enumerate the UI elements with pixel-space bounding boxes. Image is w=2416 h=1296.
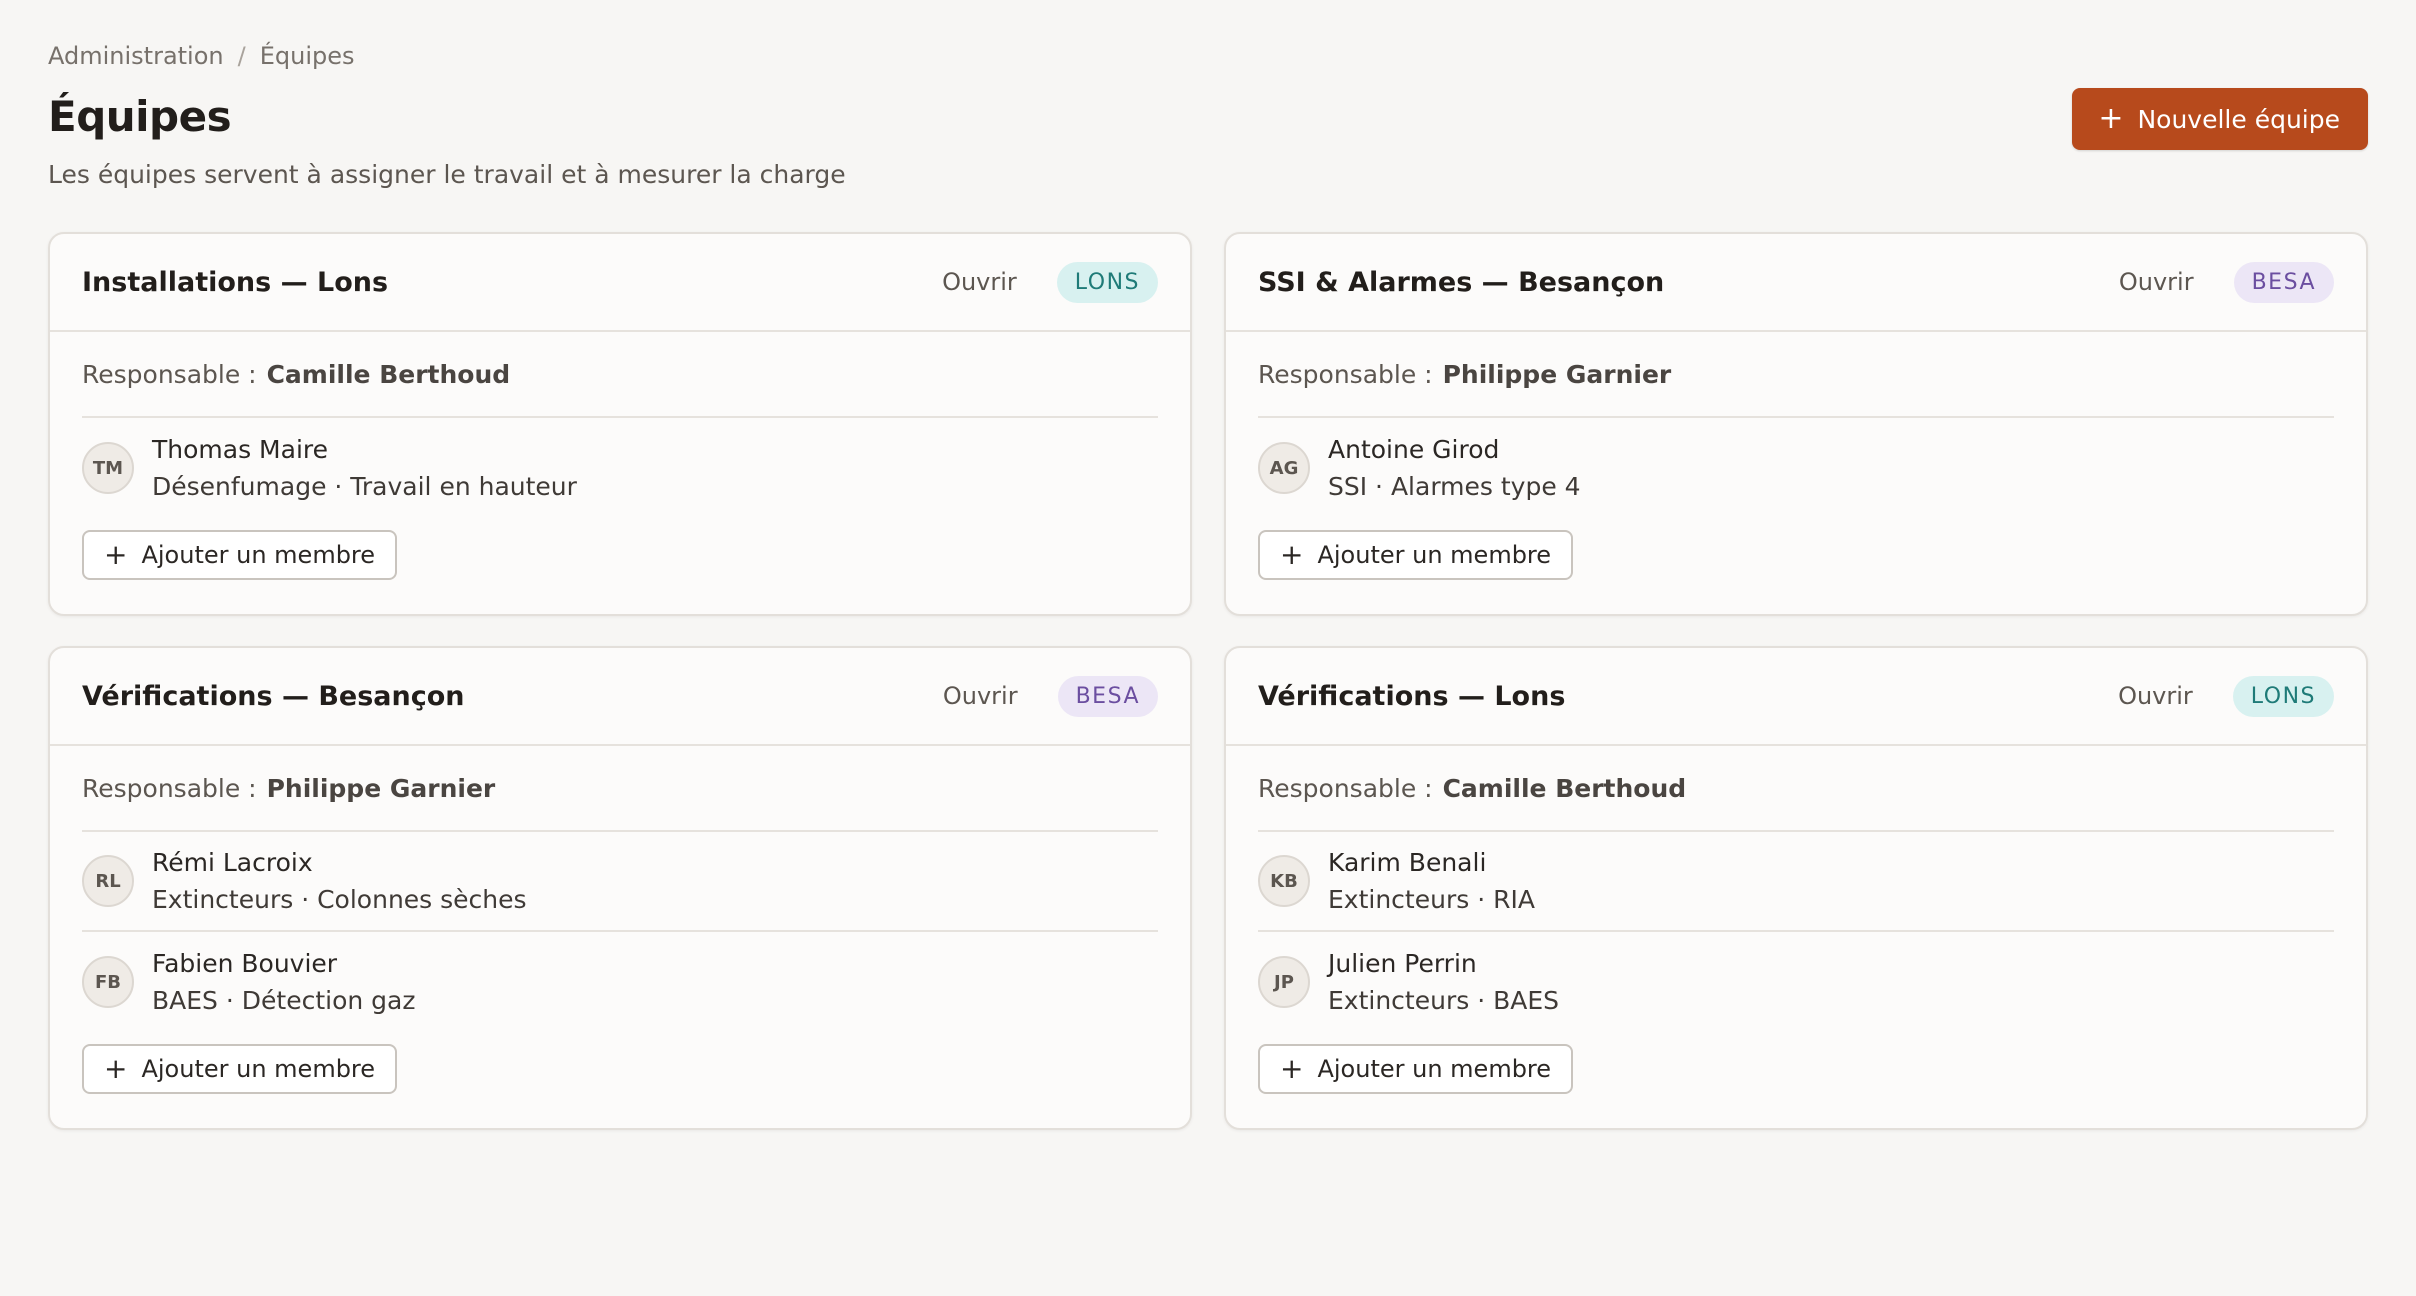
new-team-label: Nouvelle équipe	[2137, 104, 2340, 134]
add-member-label: Ajouter un membre	[1317, 1055, 1552, 1083]
add-member-button[interactable]: + Ajouter un membre	[1258, 1044, 1574, 1094]
member-info: Thomas Maire Désenfumage · Travail en ha…	[152, 435, 577, 501]
add-member-button[interactable]: + Ajouter un membre	[82, 530, 398, 580]
team-card-body: Responsable : Philippe Garnier RL Rémi L…	[50, 746, 1190, 1128]
open-team-link[interactable]: Ouvrir	[2118, 682, 2193, 710]
manager-name: Philippe Garnier	[1442, 359, 1672, 389]
member-info: Fabien Bouvier BAES · Détection gaz	[152, 949, 415, 1015]
teams-grid: Installations — Lons Ouvrir LONS Respons…	[48, 232, 2368, 1130]
avatar: RL	[82, 855, 134, 907]
member-row: RL Rémi Lacroix Extincteurs · Colonnes s…	[82, 832, 1158, 932]
member-name: Rémi Lacroix	[152, 848, 313, 877]
team-card-installations-lons: Installations — Lons Ouvrir LONS Respons…	[48, 232, 1192, 616]
open-team-link[interactable]: Ouvrir	[2119, 268, 2194, 296]
page-title: Équipes	[48, 92, 232, 141]
plus-icon: +	[104, 1052, 128, 1085]
plus-icon: +	[1280, 538, 1304, 571]
member-info: Antoine Girod SSI · Alarmes type 4	[1328, 435, 1581, 501]
team-card-header: Vérifications — Besançon Ouvrir BESA	[50, 648, 1190, 746]
manager-label: Responsable :	[82, 773, 257, 803]
avatar: KB	[1258, 855, 1310, 907]
member-info: Rémi Lacroix Extincteurs · Colonnes sèch…	[152, 848, 527, 914]
open-team-link[interactable]: Ouvrir	[943, 682, 1018, 710]
member-name: Karim Benali	[1328, 848, 1487, 877]
team-name: Vérifications — Lons	[1258, 680, 1566, 712]
team-card-body: Responsable : Camille Berthoud TM Thomas…	[50, 332, 1190, 614]
member-skills: Désenfumage · Travail en hauteur	[152, 472, 577, 501]
member-skills: Extincteurs · Colonnes sèches	[152, 885, 527, 914]
member-name: Antoine Girod	[1328, 435, 1500, 464]
member-info: Karim Benali Extincteurs · RIA	[1328, 848, 1535, 914]
avatar: JP	[1258, 956, 1310, 1008]
manager-row: Responsable : Camille Berthoud	[82, 332, 1158, 418]
team-card-header: SSI & Alarmes — Besançon Ouvrir BESA	[1226, 234, 2366, 332]
plus-icon: +	[104, 538, 128, 571]
member-row: JP Julien Perrin Extincteurs · BAES	[1258, 932, 2334, 1032]
member-row: FB Fabien Bouvier BAES · Détection gaz	[82, 932, 1158, 1032]
add-member-label: Ajouter un membre	[141, 541, 376, 569]
breadcrumb: Administration / Équipes	[48, 42, 355, 70]
member-skills: Extincteurs · RIA	[1328, 885, 1535, 914]
manager-name: Camille Berthoud	[266, 359, 511, 389]
member-skills: BAES · Détection gaz	[152, 986, 416, 1015]
site-badge: LONS	[2232, 675, 2334, 717]
member-row: TM Thomas Maire Désenfumage · Travail en…	[82, 418, 1158, 518]
plus-icon: +	[2098, 101, 2124, 136]
member-name: Fabien Bouvier	[152, 949, 338, 978]
team-name: SSI & Alarmes — Besançon	[1258, 266, 1665, 298]
team-card-verifications-lons: Vérifications — Lons Ouvrir LONS Respons…	[1224, 646, 2368, 1130]
manager-label: Responsable :	[1258, 773, 1433, 803]
manager-row: Responsable : Camille Berthoud	[1258, 746, 2334, 832]
member-info: Julien Perrin Extincteurs · BAES	[1328, 949, 1559, 1015]
team-card-ssi-alarmes-besancon: SSI & Alarmes — Besançon Ouvrir BESA Res…	[1224, 232, 2368, 616]
member-row: AG Antoine Girod SSI · Alarmes type 4	[1258, 418, 2334, 518]
team-card-body: Responsable : Camille Berthoud KB Karim …	[1226, 746, 2366, 1128]
manager-label: Responsable :	[82, 359, 257, 389]
member-name: Thomas Maire	[152, 435, 329, 464]
breadcrumb-separator: /	[237, 42, 246, 70]
manager-name: Camille Berthoud	[1442, 773, 1687, 803]
site-badge: BESA	[2233, 261, 2334, 303]
avatar: TM	[82, 442, 134, 494]
site-badge: LONS	[1056, 261, 1158, 303]
avatar: FB	[82, 956, 134, 1008]
avatar: AG	[1258, 442, 1310, 494]
manager-row: Responsable : Philippe Garnier	[82, 746, 1158, 832]
manager-row: Responsable : Philippe Garnier	[1258, 332, 2334, 418]
member-skills: SSI · Alarmes type 4	[1328, 472, 1581, 501]
team-name: Vérifications — Besançon	[82, 680, 465, 712]
add-member-label: Ajouter un membre	[1317, 541, 1552, 569]
breadcrumb-current: Équipes	[259, 42, 355, 70]
member-row: KB Karim Benali Extincteurs · RIA	[1258, 832, 2334, 932]
page-subtitle: Les équipes servent à assigner le travai…	[48, 160, 846, 189]
team-card-body: Responsable : Philippe Garnier AG Antoin…	[1226, 332, 2366, 614]
plus-icon: +	[1280, 1052, 1304, 1085]
new-team-button[interactable]: + Nouvelle équipe	[2072, 88, 2368, 150]
team-card-header: Vérifications — Lons Ouvrir LONS	[1226, 648, 2366, 746]
team-card-verifications-besancon: Vérifications — Besançon Ouvrir BESA Res…	[48, 646, 1192, 1130]
manager-label: Responsable :	[1258, 359, 1433, 389]
add-member-button[interactable]: + Ajouter un membre	[1258, 530, 1574, 580]
open-team-link[interactable]: Ouvrir	[942, 268, 1017, 296]
team-card-header: Installations — Lons Ouvrir LONS	[50, 234, 1190, 332]
team-name: Installations — Lons	[82, 266, 389, 298]
member-name: Julien Perrin	[1328, 949, 1477, 978]
site-badge: BESA	[1057, 675, 1158, 717]
member-skills: Extincteurs · BAES	[1328, 986, 1560, 1015]
breadcrumb-administration[interactable]: Administration	[48, 42, 224, 70]
add-member-button[interactable]: + Ajouter un membre	[82, 1044, 398, 1094]
add-member-label: Ajouter un membre	[141, 1055, 376, 1083]
teams-page: Administration / Équipes Équipes Les équ…	[0, 0, 2416, 1296]
manager-name: Philippe Garnier	[266, 773, 496, 803]
